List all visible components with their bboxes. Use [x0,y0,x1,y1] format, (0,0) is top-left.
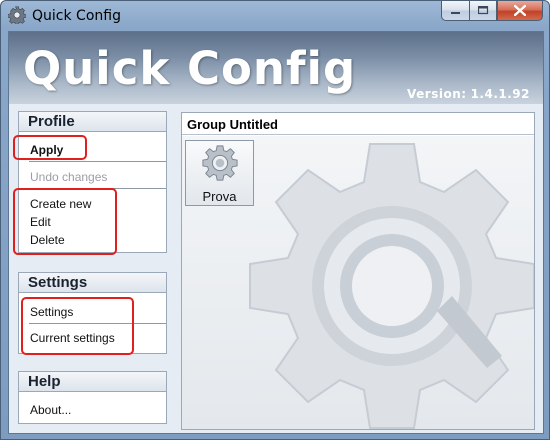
maximize-icon [477,6,488,15]
header-banner: Quick Config Version: 1.4.1.92 [9,32,543,104]
gear-watermark-icon [249,143,534,429]
current-settings-link[interactable]: Current settings [30,331,115,345]
minimize-icon [450,11,460,14]
edit-link[interactable]: Edit [30,215,51,229]
version-label: Version: [407,87,467,101]
separator [29,323,166,324]
settings-link[interactable]: Settings [30,305,73,319]
client-area: Quick Config Version: 1.4.1.92 Profile Ap… [8,31,544,434]
version-text: Version: 1.4.1.92 [407,87,530,101]
gear-icon [8,6,26,24]
separator [29,161,166,162]
window-controls [441,1,543,22]
minimize-button[interactable] [441,1,469,21]
group-panel: Group Untitled Prova [181,112,535,430]
separator [29,188,166,189]
settings-panel: Settings Settings Current settings [18,272,167,354]
apply-link[interactable]: Apply [30,143,63,157]
close-icon [514,5,526,16]
help-header: Help [19,372,166,392]
about-link[interactable]: About... [30,403,71,417]
settings-header: Settings [19,273,166,293]
gear-icon [202,145,238,181]
create-new-link[interactable]: Create new [30,197,91,211]
group-item-label: Prova [202,189,237,204]
app-window: Quick Config Quick Config Version: 1.4.1.… [0,0,550,440]
group-body: Prova [182,136,534,429]
delete-link[interactable]: Delete [30,233,65,247]
maximize-button[interactable] [469,1,497,21]
profile-header: Profile [19,112,166,132]
group-item-tile[interactable]: Prova [185,140,254,206]
title-bar[interactable]: Quick Config [1,1,549,31]
undo-changes-link[interactable]: Undo changes [30,170,107,184]
help-panel: Help About... [18,371,167,424]
profile-panel: Profile Apply Undo changes Create new Ed… [18,111,167,253]
group-title: Group Untitled [182,113,534,135]
close-button[interactable] [497,1,543,21]
banner-title: Quick Config [23,42,357,95]
version-number: 1.4.1.92 [470,87,530,101]
window-title: Quick Config [32,8,121,24]
